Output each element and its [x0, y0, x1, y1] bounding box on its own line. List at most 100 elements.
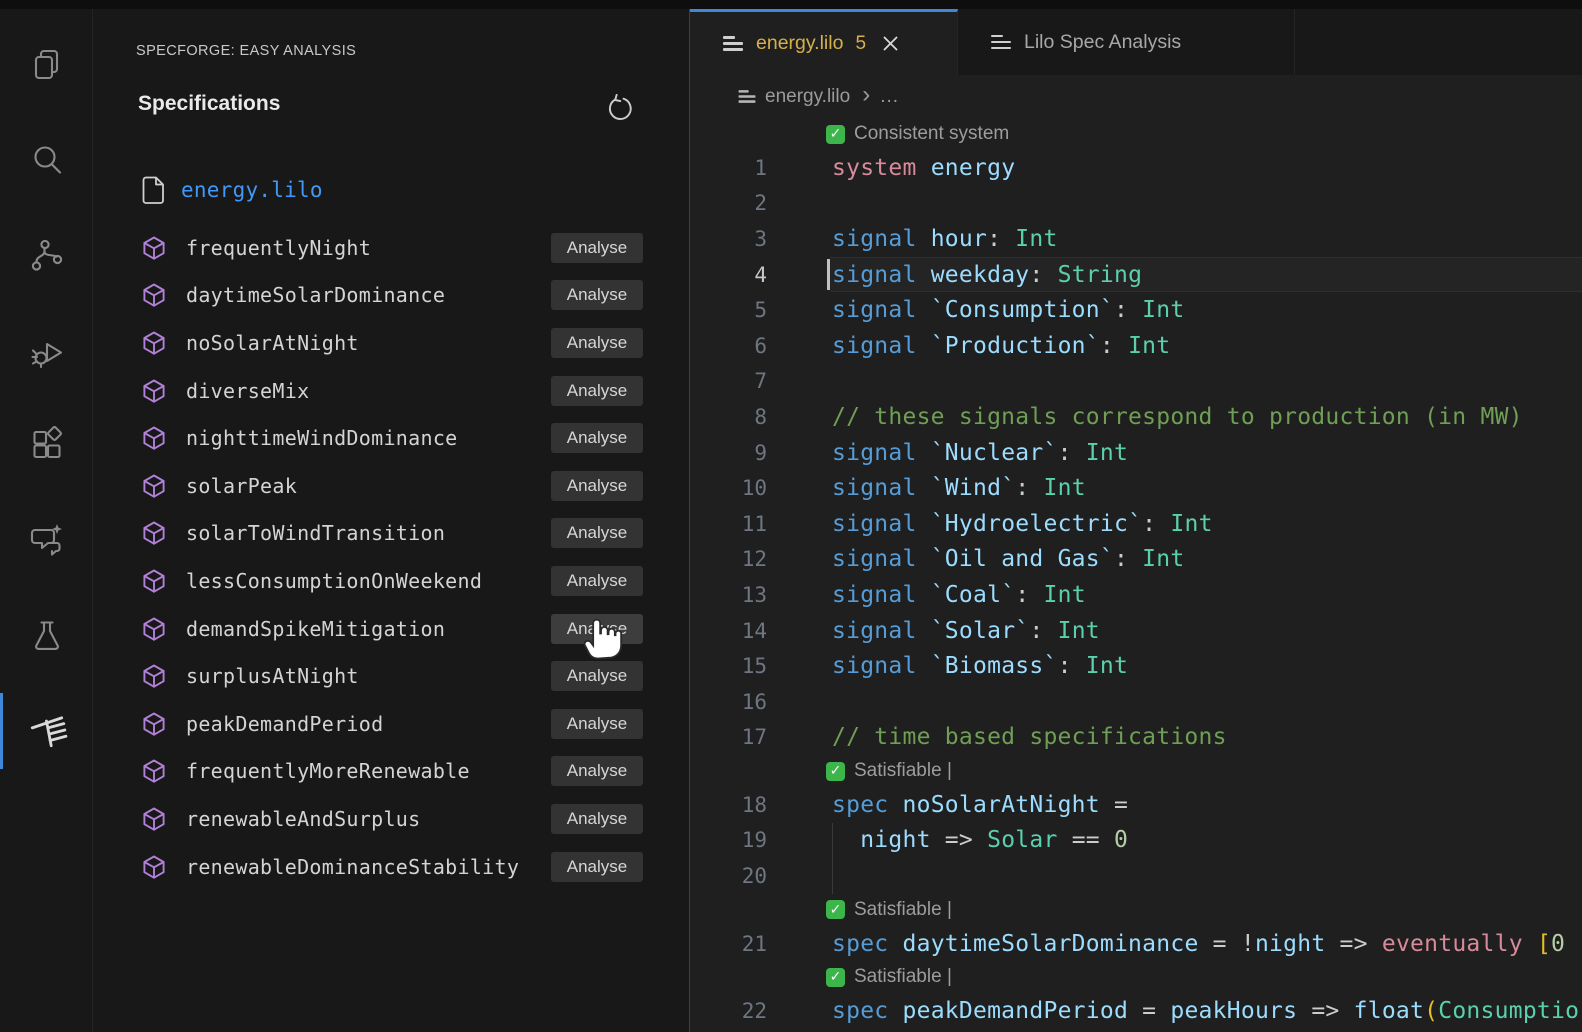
code-line[interactable]: 2: [690, 186, 1582, 222]
close-icon[interactable]: [882, 35, 899, 52]
code-line[interactable]: 5 signal `Consumption`: Int: [690, 292, 1582, 328]
explorer-icon[interactable]: [0, 26, 93, 102]
line-number: 12: [690, 547, 767, 571]
code-line[interactable]: 3 signal hour: Int: [690, 221, 1582, 257]
analyse-button[interactable]: Analyse: [551, 471, 643, 501]
codelens-row[interactable]: ✓ Consistent system: [690, 118, 1582, 150]
analyse-button[interactable]: Analyse: [551, 661, 643, 691]
code-line[interactable]: 19 night => Solar == 0: [690, 823, 1582, 859]
code-line-content: signal `Nuclear`: Int: [832, 440, 1128, 466]
codelens-text[interactable]: Consistent system: [854, 123, 1009, 145]
code-line[interactable]: 6 signal `Production`: Int: [690, 328, 1582, 364]
code-line[interactable]: 16: [690, 684, 1582, 720]
spec-row: frequentlyMoreRenewable Analyse: [93, 748, 689, 796]
code-line[interactable]: 8 // these signals correspond to product…: [690, 399, 1582, 435]
code-line[interactable]: 4 signal weekday: String: [690, 257, 1582, 293]
check-icon: ✓: [826, 762, 845, 781]
code-line[interactable]: 15 signal `Biomass`: Int: [690, 648, 1582, 684]
spec-label: renewableAndSurplus: [186, 807, 551, 831]
tab-bar: energy.lilo 5 Lilo Spec Analysis: [690, 9, 1582, 75]
analyse-button[interactable]: Analyse: [551, 756, 643, 786]
spec-row: peakDemandPeriod Analyse: [93, 700, 689, 748]
problems-badge: 5: [855, 33, 866, 55]
code-line[interactable]: 7: [690, 364, 1582, 400]
code-line[interactable]: 13 signal `Coal`: Int: [690, 577, 1582, 613]
tab-energy-lilo[interactable]: energy.lilo 5: [690, 9, 958, 75]
codelens-text[interactable]: Satisfiable |: [854, 760, 952, 782]
cube-icon: [141, 711, 167, 737]
specforge-icon[interactable]: [0, 693, 93, 769]
code-line[interactable]: 22 spec peakDemandPeriod = peakHours => …: [690, 993, 1582, 1029]
extensions-icon[interactable]: [0, 406, 93, 482]
analyse-button[interactable]: Analyse: [551, 804, 643, 834]
line-number: 17: [690, 725, 767, 749]
breadcrumb[interactable]: energy.lilo › ...: [690, 75, 1582, 118]
code-line-content: signal `Hydroelectric`: Int: [832, 511, 1213, 537]
line-number: 19: [690, 828, 767, 852]
line-number: 4: [690, 263, 767, 287]
activity-bar: [0, 9, 93, 1032]
cube-icon: [141, 568, 167, 594]
code-line[interactable]: 21 spec daytimeSolarDominance = !night =…: [690, 926, 1582, 962]
code-line-content: signal `Consumption`: Int: [832, 297, 1184, 323]
chat-icon[interactable]: [0, 502, 93, 578]
analyse-button[interactable]: Analyse: [551, 852, 643, 882]
source-control-icon[interactable]: [0, 217, 93, 293]
refresh-icon[interactable]: [603, 93, 635, 125]
code-line[interactable]: 11 signal `Hydroelectric`: Int: [690, 506, 1582, 542]
spec-row: solarToWindTransition Analyse: [93, 510, 689, 558]
analyse-button[interactable]: Analyse: [551, 614, 643, 644]
analyse-button[interactable]: Analyse: [551, 376, 643, 406]
spec-label: daytimeSolarDominance: [186, 283, 551, 307]
code-line[interactable]: 12 signal `Oil and Gas`: Int: [690, 542, 1582, 578]
codelens-text[interactable]: Satisfiable |: [854, 899, 952, 921]
codelens-row[interactable]: ✓ Satisfiable |: [690, 755, 1582, 787]
spec-row: noSolarAtNight Analyse: [93, 319, 689, 367]
analyse-button[interactable]: Analyse: [551, 233, 643, 263]
workbench: SPECFORGE: EASY ANALYSIS Specifications …: [0, 9, 1582, 1032]
code-line-content: signal `Biomass`: Int: [832, 653, 1128, 679]
code-line-content: night => Solar == 0: [832, 827, 1128, 853]
line-number: 16: [690, 690, 767, 714]
code-line[interactable]: 10 signal `Wind`: Int: [690, 470, 1582, 506]
code-line[interactable]: 9 signal `Nuclear`: Int: [690, 435, 1582, 471]
lilo-file-icon: [723, 36, 743, 51]
line-number: 5: [690, 298, 767, 322]
testing-beaker-icon[interactable]: [0, 598, 93, 674]
code-line[interactable]: 1 system energy: [690, 150, 1582, 186]
analyse-button[interactable]: Analyse: [551, 328, 643, 358]
analyse-button[interactable]: Analyse: [551, 423, 643, 453]
spec-label: frequentlyNight: [186, 236, 551, 260]
breadcrumb-file[interactable]: energy.lilo: [765, 86, 850, 108]
code-line[interactable]: 18 spec noSolarAtNight =: [690, 787, 1582, 823]
run-debug-icon[interactable]: [0, 314, 93, 390]
code-line[interactable]: 14 signal `Solar`: Int: [690, 613, 1582, 649]
analyse-button[interactable]: Analyse: [551, 566, 643, 596]
chevron-right-icon: ›: [862, 81, 870, 109]
code-editor[interactable]: ✓ Consistent system 1 system energy 2 3 …: [690, 118, 1582, 1032]
cube-icon: [141, 425, 167, 451]
analyse-button[interactable]: Analyse: [551, 709, 643, 739]
cube-icon: [141, 473, 167, 499]
code-line-content: spec peakDemandPeriod = peakHours => flo…: [832, 998, 1579, 1024]
file-name: energy.lilo: [181, 178, 323, 202]
line-number: 14: [690, 619, 767, 643]
tab-lilo-spec-analysis[interactable]: Lilo Spec Analysis: [958, 9, 1295, 75]
codelens-text[interactable]: Satisfiable |: [854, 966, 952, 988]
file-item-energy-lilo[interactable]: energy.lilo: [141, 169, 323, 211]
codelens-row[interactable]: ✓ Satisfiable |: [690, 894, 1582, 926]
search-icon[interactable]: [0, 122, 93, 198]
check-icon: ✓: [826, 968, 845, 987]
analyse-button[interactable]: Analyse: [551, 518, 643, 548]
analyse-button[interactable]: Analyse: [551, 280, 643, 310]
sidebar-title: SPECFORGE: EASY ANALYSIS: [136, 43, 356, 59]
code-line[interactable]: 20: [690, 858, 1582, 894]
code-line-content: signal `Oil and Gas`: Int: [832, 546, 1184, 572]
codelens-row[interactable]: ✓ Satisfiable |: [690, 961, 1582, 993]
cube-icon: [141, 520, 167, 546]
spec-list: frequentlyNight Analyse daytimeSolarDomi…: [93, 224, 689, 890]
breadcrumb-more[interactable]: ...: [880, 86, 899, 108]
spec-label: solarPeak: [186, 474, 551, 498]
code-line[interactable]: 17 // time based specifications: [690, 720, 1582, 756]
lilo-file-icon: [991, 35, 1011, 50]
